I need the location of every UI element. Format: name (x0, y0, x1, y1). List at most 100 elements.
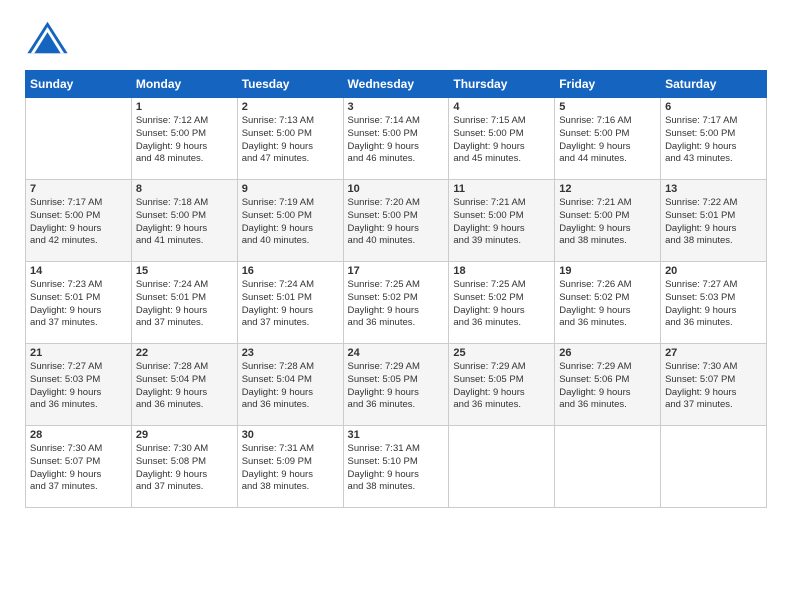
calendar-cell: 19 Sunrise: 7:26 AMSunset: 5:02 PMDayligh… (555, 262, 661, 344)
calendar-cell: 28 Sunrise: 7:30 AMSunset: 5:07 PMDayligh… (26, 426, 132, 508)
day-info: Sunrise: 7:13 AMSunset: 5:00 PMDaylight:… (242, 115, 339, 166)
calendar-cell: 5 Sunrise: 7:16 AMSunset: 5:00 PMDaylight… (555, 98, 661, 180)
day-info: Sunrise: 7:25 AMSunset: 5:02 PMDaylight:… (348, 279, 445, 330)
calendar-cell: 9Sunrise: 7:19 AMSunset: 5:00 PMDaylight… (237, 180, 343, 262)
day-number: 2 (242, 101, 339, 113)
day-info: Sunrise: 7:29 AMSunset: 5:06 PMDaylight:… (559, 361, 656, 412)
logo-icon (25, 20, 70, 55)
day-number: 3 (348, 101, 445, 113)
calendar-cell: 25 Sunrise: 7:29 AMSunset: 5:05 PMDayligh… (449, 344, 555, 426)
day-info: Sunrise: 7:14 AMSunset: 5:00 PMDaylight:… (348, 115, 445, 166)
header-day-thursday: Thursday (449, 71, 555, 98)
day-number: 24 (348, 347, 445, 359)
day-info: Sunrise: 7:27 AMSunset: 5:03 PMDaylight:… (665, 279, 762, 330)
calendar-cell: 6 Sunrise: 7:17 AMSunset: 5:00 PMDaylight… (661, 98, 767, 180)
calendar-cell: 18 Sunrise: 7:25 AMSunset: 5:02 PMDayligh… (449, 262, 555, 344)
day-number: 11 (453, 183, 550, 195)
day-info: Sunrise: 7:26 AMSunset: 5:02 PMDaylight:… (559, 279, 656, 330)
day-info: Sunrise: 7:17 AMSunset: 5:00 PMDaylight:… (30, 197, 127, 248)
day-number: 18 (453, 265, 550, 277)
day-info: Sunrise: 7:12 AMSunset: 5:00 PMDaylight:… (136, 115, 233, 166)
calendar-cell: 15 Sunrise: 7:24 AMSunset: 5:01 PMDayligh… (131, 262, 237, 344)
calendar-cell: 29 Sunrise: 7:30 AMSunset: 5:08 PMDayligh… (131, 426, 237, 508)
day-number: 15 (136, 265, 233, 277)
day-info: Sunrise: 7:23 AMSunset: 5:01 PMDaylight:… (30, 279, 127, 330)
day-number: 31 (348, 429, 445, 441)
calendar-cell: 24 Sunrise: 7:29 AMSunset: 5:05 PMDayligh… (343, 344, 449, 426)
day-info: Sunrise: 7:16 AMSunset: 5:00 PMDaylight:… (559, 115, 656, 166)
calendar-cell: 26Sunrise: 7:29 AMSunset: 5:06 PMDayligh… (555, 344, 661, 426)
day-info: Sunrise: 7:28 AMSunset: 5:04 PMDaylight:… (136, 361, 233, 412)
header-day-tuesday: Tuesday (237, 71, 343, 98)
calendar-cell: 11 Sunrise: 7:21 AMSunset: 5:00 PMDayligh… (449, 180, 555, 262)
day-number: 25 (453, 347, 550, 359)
day-number: 12 (559, 183, 656, 195)
day-info: Sunrise: 7:31 AMSunset: 5:09 PMDaylight:… (242, 443, 339, 494)
day-number: 7 (30, 183, 127, 195)
calendar-cell: 10 Sunrise: 7:20 AMSunset: 5:00 PMDayligh… (343, 180, 449, 262)
calendar-cell: 12 Sunrise: 7:21 AMSunset: 5:00 PMDayligh… (555, 180, 661, 262)
calendar-table: SundayMondayTuesdayWednesdayThursdayFrid… (25, 70, 767, 508)
week-row-2: 7 Sunrise: 7:17 AMSunset: 5:00 PMDaylight… (26, 180, 767, 262)
day-number: 29 (136, 429, 233, 441)
day-number: 14 (30, 265, 127, 277)
day-info: Sunrise: 7:21 AMSunset: 5:00 PMDaylight:… (453, 197, 550, 248)
day-info: Sunrise: 7:15 AMSunset: 5:00 PMDaylight:… (453, 115, 550, 166)
calendar-cell: 30 Sunrise: 7:31 AMSunset: 5:09 PMDayligh… (237, 426, 343, 508)
calendar-cell (26, 98, 132, 180)
day-number: 6 (665, 101, 762, 113)
calendar-cell: 14 Sunrise: 7:23 AMSunset: 5:01 PMDayligh… (26, 262, 132, 344)
day-number: 19 (559, 265, 656, 277)
day-number: 4 (453, 101, 550, 113)
header-day-sunday: Sunday (26, 71, 132, 98)
day-number: 17 (348, 265, 445, 277)
day-info: Sunrise: 7:31 AMSunset: 5:10 PMDaylight:… (348, 443, 445, 494)
day-number: 23 (242, 347, 339, 359)
day-info: Sunrise: 7:24 AMSunset: 5:01 PMDaylight:… (136, 279, 233, 330)
day-info: Sunrise: 7:28 AMSunset: 5:04 PMDaylight:… (242, 361, 339, 412)
header-day-friday: Friday (555, 71, 661, 98)
day-info: Sunrise: 7:30 AMSunset: 5:07 PMDaylight:… (665, 361, 762, 412)
week-row-3: 14 Sunrise: 7:23 AMSunset: 5:01 PMDayligh… (26, 262, 767, 344)
day-info: Sunrise: 7:17 AMSunset: 5:00 PMDaylight:… (665, 115, 762, 166)
calendar-cell: 1Sunrise: 7:12 AMSunset: 5:00 PMDaylight… (131, 98, 237, 180)
calendar-cell (661, 426, 767, 508)
header-day-saturday: Saturday (661, 71, 767, 98)
calendar-cell: 17 Sunrise: 7:25 AMSunset: 5:02 PMDayligh… (343, 262, 449, 344)
calendar-cell: 7 Sunrise: 7:17 AMSunset: 5:00 PMDaylight… (26, 180, 132, 262)
week-row-5: 28 Sunrise: 7:30 AMSunset: 5:07 PMDayligh… (26, 426, 767, 508)
week-row-4: 21 Sunrise: 7:27 AMSunset: 5:03 PMDayligh… (26, 344, 767, 426)
day-info: Sunrise: 7:24 AMSunset: 5:01 PMDaylight:… (242, 279, 339, 330)
day-number: 8 (136, 183, 233, 195)
day-number: 21 (30, 347, 127, 359)
day-number: 9 (242, 183, 339, 195)
calendar-cell (555, 426, 661, 508)
calendar-cell: 23 Sunrise: 7:28 AMSunset: 5:04 PMDayligh… (237, 344, 343, 426)
day-number: 5 (559, 101, 656, 113)
day-info: Sunrise: 7:29 AMSunset: 5:05 PMDaylight:… (453, 361, 550, 412)
day-number: 28 (30, 429, 127, 441)
calendar-cell: 20 Sunrise: 7:27 AMSunset: 5:03 PMDayligh… (661, 262, 767, 344)
day-number: 16 (242, 265, 339, 277)
calendar-cell: 22Sunrise: 7:28 AMSunset: 5:04 PMDayligh… (131, 344, 237, 426)
week-row-1: 1Sunrise: 7:12 AMSunset: 5:00 PMDaylight… (26, 98, 767, 180)
header-day-monday: Monday (131, 71, 237, 98)
day-info: Sunrise: 7:25 AMSunset: 5:02 PMDaylight:… (453, 279, 550, 330)
day-info: Sunrise: 7:20 AMSunset: 5:00 PMDaylight:… (348, 197, 445, 248)
day-info: Sunrise: 7:29 AMSunset: 5:05 PMDaylight:… (348, 361, 445, 412)
calendar-cell: 16 Sunrise: 7:24 AMSunset: 5:01 PMDayligh… (237, 262, 343, 344)
day-number: 10 (348, 183, 445, 195)
header-day-wednesday: Wednesday (343, 71, 449, 98)
day-info: Sunrise: 7:30 AMSunset: 5:07 PMDaylight:… (30, 443, 127, 494)
header-row: SundayMondayTuesdayWednesdayThursdayFrid… (26, 71, 767, 98)
calendar-cell: 21 Sunrise: 7:27 AMSunset: 5:03 PMDayligh… (26, 344, 132, 426)
day-info: Sunrise: 7:30 AMSunset: 5:08 PMDaylight:… (136, 443, 233, 494)
day-number: 30 (242, 429, 339, 441)
page-header (25, 20, 767, 55)
day-info: Sunrise: 7:27 AMSunset: 5:03 PMDaylight:… (30, 361, 127, 412)
calendar-cell: 3 Sunrise: 7:14 AMSunset: 5:00 PMDaylight… (343, 98, 449, 180)
calendar-cell: 8Sunrise: 7:18 AMSunset: 5:00 PMDaylight… (131, 180, 237, 262)
day-info: Sunrise: 7:21 AMSunset: 5:00 PMDaylight:… (559, 197, 656, 248)
calendar-cell (449, 426, 555, 508)
day-number: 20 (665, 265, 762, 277)
